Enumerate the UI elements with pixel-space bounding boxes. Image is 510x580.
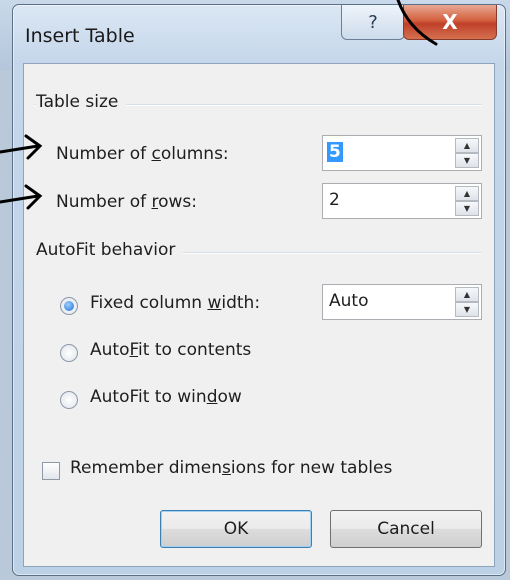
arrow-to-rows: [0, 184, 43, 210]
arrow-to-columns: [0, 134, 43, 160]
annotation-overlay: [0, 0, 438, 210]
annotation-curve: [396, 0, 438, 46]
